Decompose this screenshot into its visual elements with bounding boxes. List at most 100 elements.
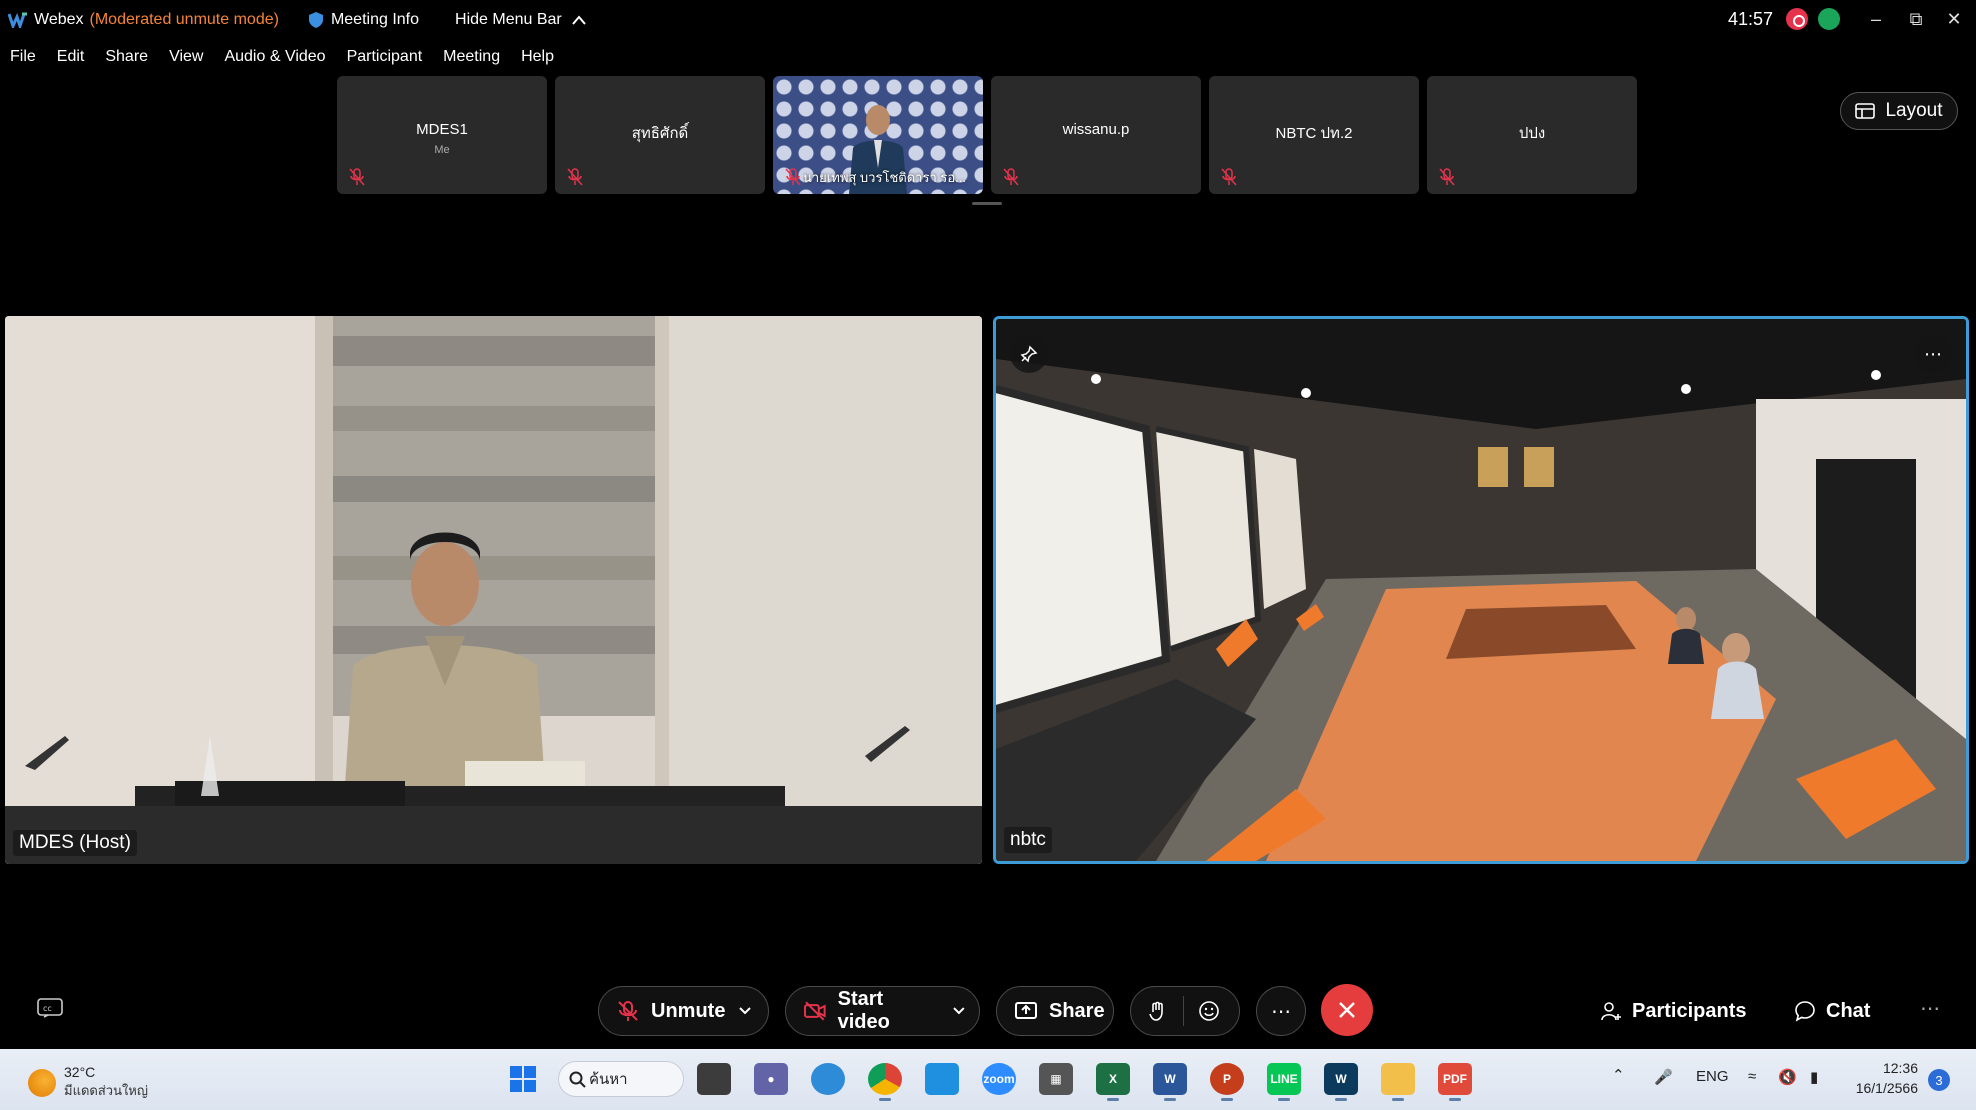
video-participant-label: MDES (Host) <box>13 830 137 856</box>
participant-thumbnail[interactable]: MDES1 Me <box>337 76 547 194</box>
unmute-mode-text: (Moderated unmute mode) <box>89 11 279 28</box>
chrome-icon[interactable] <box>868 1063 902 1101</box>
wifi-icon[interactable]: ≈ <box>1748 1068 1756 1085</box>
participant-me-label: Me <box>434 144 450 156</box>
muted-mic-icon <box>349 168 365 186</box>
webex-taskbar-icon[interactable]: W <box>1324 1063 1358 1101</box>
chevron-down-icon[interactable] <box>739 1007 752 1015</box>
hide-menu-bar-label: Hide Menu Bar <box>455 11 562 28</box>
svg-text:cc: cc <box>43 1004 52 1013</box>
chat-button[interactable]: Chat <box>1794 996 1870 1026</box>
participant-name: นายเทพสุ บวรโชติดารา รอ... <box>803 170 966 185</box>
divider <box>1183 996 1184 1026</box>
word-icon[interactable]: W <box>1153 1063 1187 1101</box>
excel-icon[interactable]: X <box>1096 1063 1130 1101</box>
start-video-button[interactable]: Start video <box>785 986 980 1036</box>
chat-bubble-icon <box>1795 1001 1815 1022</box>
calculator-icon[interactable]: ▦ <box>1039 1063 1073 1095</box>
search-icon <box>569 1071 586 1088</box>
powerpoint-icon[interactable]: P <box>1210 1063 1244 1101</box>
app-name: Webex <box>34 11 84 28</box>
participant-thumbnail[interactable]: ปปง <box>1427 76 1637 194</box>
unmute-button[interactable]: Unmute <box>598 986 769 1036</box>
closed-captions-icon[interactable]: cc <box>36 996 64 1020</box>
microphone-muted-icon[interactable]: 🎤 <box>1654 1068 1673 1086</box>
layout-grid-icon <box>1855 103 1876 119</box>
participant-video-thumbnail[interactable]: นายเทพสุ บวรโชติดารา รอ... <box>773 76 983 194</box>
line-app-icon[interactable]: LINE <box>1267 1063 1301 1101</box>
hide-menu-bar-button[interactable]: Hide Menu Bar <box>455 11 586 29</box>
muted-mic-icon <box>567 168 583 186</box>
muted-mic-icon <box>1003 168 1019 186</box>
notification-badge[interactable]: 3 <box>1928 1069 1950 1091</box>
task-view-icon[interactable] <box>697 1063 731 1095</box>
webex-logo-icon <box>8 12 27 28</box>
video-panel-active-speaker[interactable]: ⋯ nbtc <box>993 316 1969 864</box>
layout-button[interactable]: Layout <box>1840 92 1958 130</box>
speaker-muted-icon[interactable]: 🔇 <box>1778 1068 1797 1086</box>
battery-icon[interactable]: ▮ <box>1810 1068 1818 1086</box>
recording-icon[interactable] <box>1786 8 1808 30</box>
close-window-button[interactable]: ✕ <box>1934 4 1974 34</box>
thumbnail-strip-resize-handle[interactable] <box>972 202 1002 205</box>
restore-button[interactable]: ⧉ <box>1896 4 1936 34</box>
video-options-button[interactable]: ⋯ <box>1914 335 1952 373</box>
share-screen-icon <box>1015 1002 1037 1019</box>
chevron-up-icon <box>571 15 586 25</box>
pin-button[interactable] <box>1010 335 1048 373</box>
file-explorer-icon[interactable] <box>1381 1063 1415 1101</box>
share-button[interactable]: Share <box>996 986 1114 1036</box>
participants-icon <box>1601 1002 1621 1021</box>
video-panel-host[interactable]: MDES (Host) <box>5 316 982 864</box>
weather-temperature: 32°C <box>64 1064 96 1080</box>
participant-name: สุทธิศักดิ์ <box>631 125 689 142</box>
unmute-label: Unmute <box>651 999 726 1022</box>
minimize-button[interactable]: – <box>1856 4 1896 34</box>
browser-globe-icon[interactable] <box>811 1063 845 1095</box>
muted-mic-icon <box>1221 168 1237 186</box>
conference-room-video-scene <box>996 319 1966 861</box>
menu-share[interactable]: Share <box>105 48 148 66</box>
more-options-button[interactable]: ⋯ <box>1256 986 1306 1036</box>
taskbar-search[interactable]: ค้นหา <box>558 1061 684 1097</box>
windows-start-icon[interactable] <box>506 1063 540 1095</box>
meeting-timer: 41:57 <box>1728 9 1774 29</box>
menu-file[interactable]: File <box>10 48 36 66</box>
menu-participant[interactable]: Participant <box>347 48 423 66</box>
weather-widget[interactable]: 32°C มีแดดส่วนใหญ่ <box>28 1064 148 1101</box>
windows-logo-icon <box>510 1066 536 1092</box>
meeting-info-label: Meeting Info <box>330 11 420 28</box>
clock-time: 12:36 <box>1882 1060 1918 1076</box>
participant-thumbnail[interactable]: NBTC ปท.2 <box>1209 76 1419 194</box>
meeting-info-button[interactable]: Meeting Info <box>308 11 420 29</box>
menu-edit[interactable]: Edit <box>57 48 85 66</box>
show-hidden-icons-chevron-up-icon[interactable]: ⌃ <box>1612 1066 1625 1084</box>
layout-label: Layout <box>1885 100 1943 121</box>
muted-mic-icon <box>618 1001 638 1021</box>
leave-meeting-button[interactable] <box>1321 984 1373 1036</box>
pdf-reader-icon[interactable]: PDF <box>1438 1063 1472 1101</box>
participants-button[interactable]: Participants <box>1600 996 1746 1026</box>
teams-chat-icon[interactable]: ● <box>754 1063 788 1095</box>
system-clock[interactable]: 12:36 16/1/2566 <box>1852 1058 1918 1098</box>
network-health-icon[interactable] <box>1818 8 1840 30</box>
more-panels-button[interactable]: ⋯ <box>1920 996 1940 1021</box>
shield-icon <box>308 12 323 28</box>
video-participant-label: nbtc <box>1004 827 1052 853</box>
zoom-icon[interactable]: zoom <box>982 1063 1016 1095</box>
emoji-reaction-icon[interactable] <box>1198 1000 1220 1022</box>
raise-hand-icon[interactable] <box>1147 1000 1169 1022</box>
video-off-icon <box>804 1001 826 1021</box>
menu-audio-video[interactable]: Audio & Video <box>224 48 325 66</box>
chevron-down-icon[interactable] <box>953 1007 965 1015</box>
participants-label: Participants <box>1632 999 1747 1022</box>
participant-thumbnail[interactable]: wissanu.p <box>991 76 1201 194</box>
menu-meeting[interactable]: Meeting <box>443 48 500 66</box>
menu-view[interactable]: View <box>169 48 203 66</box>
muted-mic-icon <box>1439 168 1455 186</box>
input-language[interactable]: ENG <box>1696 1068 1729 1085</box>
participant-thumbnail[interactable]: สุทธิศักดิ์ <box>555 76 765 194</box>
menu-help[interactable]: Help <box>521 48 554 66</box>
participant-name: NBTC ปท.2 <box>1275 125 1353 142</box>
photos-icon[interactable] <box>925 1063 959 1095</box>
